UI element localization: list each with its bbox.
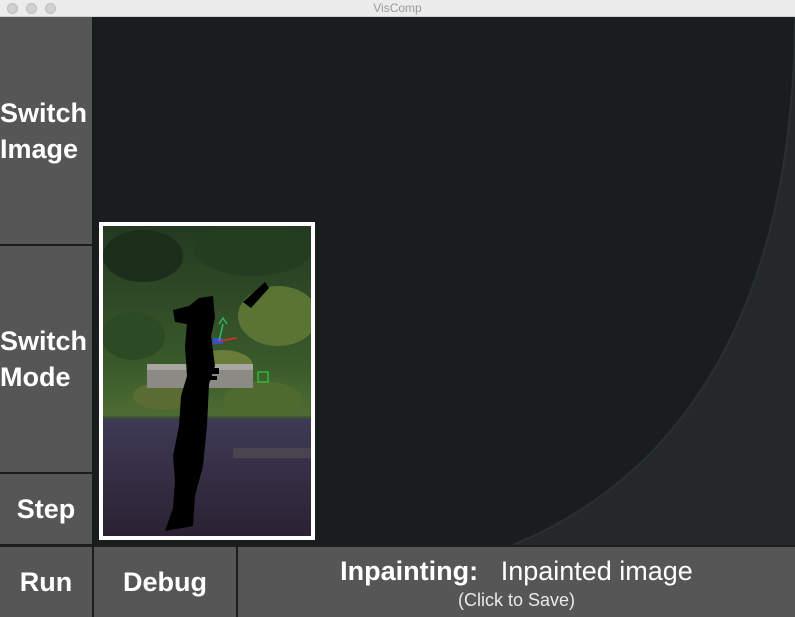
image-frame bbox=[99, 222, 315, 540]
switch-mode-label-line1: Switch bbox=[0, 326, 88, 356]
window-title: VisComp bbox=[373, 1, 422, 15]
status-mode-label: Inpainting: bbox=[340, 556, 479, 586]
switch-image-label-line1: Switch bbox=[0, 97, 88, 128]
step-button-label: Step bbox=[16, 494, 76, 524]
run-button-label: Run bbox=[19, 567, 73, 597]
switch-mode-label-line2: Mode bbox=[0, 362, 71, 392]
status-mode-value: Inpainted image bbox=[500, 556, 693, 586]
debug-button[interactable]: Debug bbox=[94, 547, 236, 617]
switch-image-label-line2: Image bbox=[0, 133, 79, 164]
status-save-hint: (Click to Save) bbox=[457, 590, 576, 610]
run-button[interactable]: Run bbox=[0, 547, 92, 617]
inpainting-image[interactable] bbox=[103, 226, 311, 536]
step-button[interactable]: Step bbox=[0, 474, 92, 544]
switch-image-button[interactable]: Switch Image bbox=[0, 17, 92, 244]
window-titlebar: VisComp bbox=[0, 0, 795, 17]
switch-mode-button[interactable]: Switch Mode bbox=[0, 246, 92, 472]
debug-button-label: Debug bbox=[123, 567, 207, 597]
inpainting-status-button[interactable]: Inpainting: Inpainted image (Click to Sa… bbox=[238, 547, 795, 617]
